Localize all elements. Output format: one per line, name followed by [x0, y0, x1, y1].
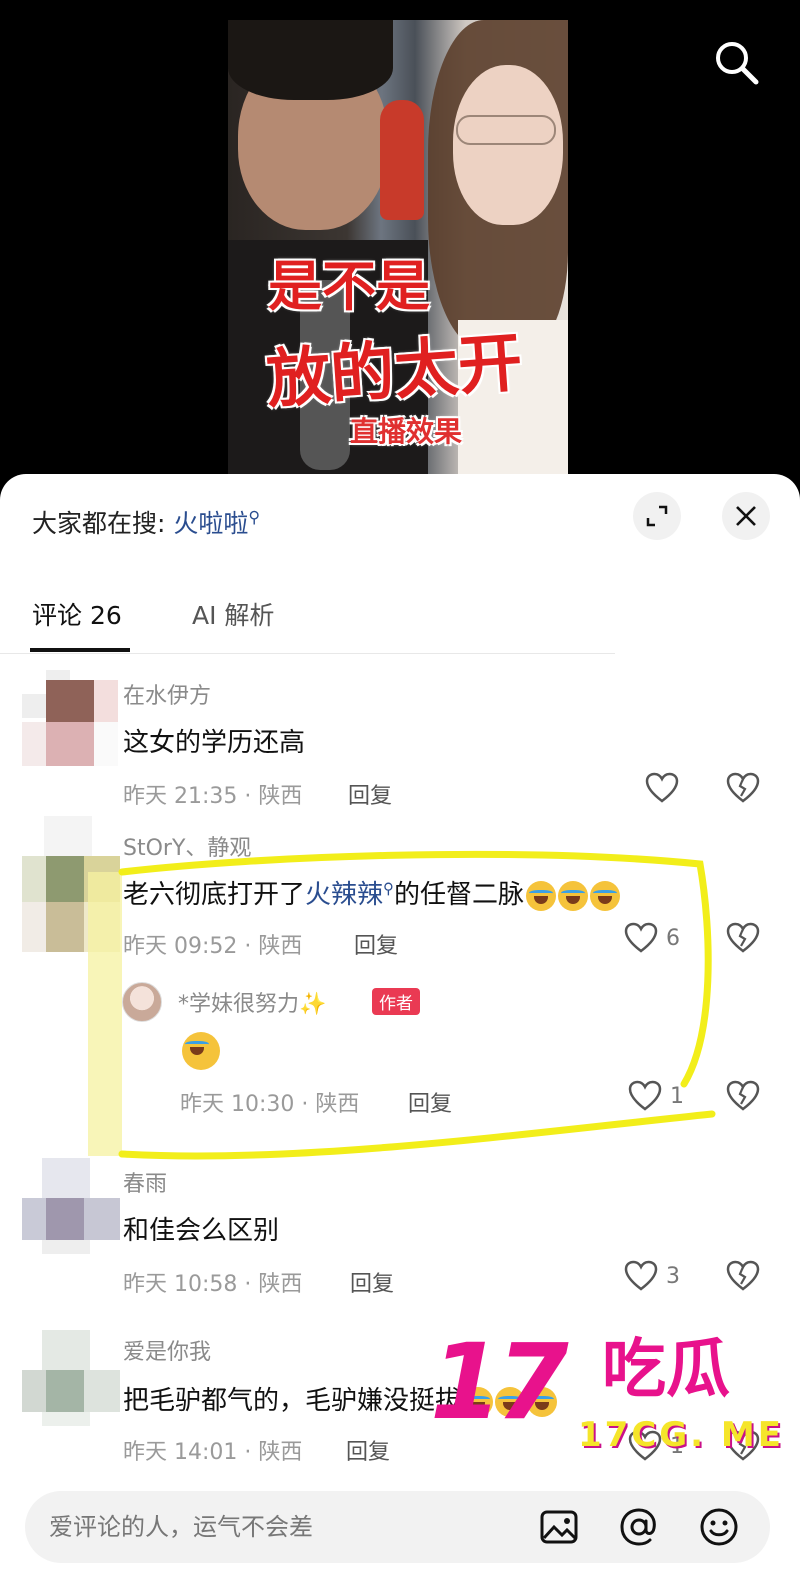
tab-active-indicator	[30, 648, 130, 652]
comment-input[interactable]	[49, 1491, 529, 1563]
avatar[interactable]	[122, 982, 162, 1022]
expand-button[interactable]	[633, 492, 681, 540]
tab-bar: 评论 26 AI 解析	[0, 582, 800, 654]
reply-button[interactable]: 回复	[354, 928, 398, 960]
search-icon: ⚲	[248, 507, 261, 527]
at-icon	[620, 1508, 656, 1546]
video-caption: 放的太开	[264, 326, 525, 418]
avatar-blur	[44, 816, 92, 856]
close-button[interactable]	[722, 492, 770, 540]
avatar[interactable]	[22, 856, 120, 952]
broken-heart-icon	[726, 772, 760, 803]
expand-icon	[646, 505, 668, 527]
comment-meta: 昨天 14:01 · 陕西	[123, 1440, 303, 1465]
watermark-url: 17CG. ME	[578, 1415, 784, 1455]
video-caption: 直播效果	[350, 415, 463, 448]
trending-search-prefix: 大家都在搜:	[32, 509, 174, 538]
image-button[interactable]	[537, 1505, 581, 1549]
close-icon	[736, 506, 756, 526]
comment-username[interactable]: 在水伊方	[123, 678, 211, 710]
reply-button[interactable]: 回复	[408, 1086, 452, 1118]
search-button[interactable]	[710, 36, 764, 90]
like-count: 6	[666, 925, 680, 951]
reply-meta: 昨天 10:30 · 陕西	[180, 1092, 360, 1117]
avatar[interactable]	[22, 670, 118, 766]
reply-button[interactable]: 回复	[350, 1266, 394, 1298]
reply-username[interactable]: *学妹很努力✨	[178, 986, 326, 1018]
avatar[interactable]	[22, 1158, 120, 1254]
trending-search[interactable]: 大家都在搜: 火啦啦⚲	[32, 504, 260, 540]
comment-meta: 昨天 10:58 · 陕西	[123, 1272, 303, 1297]
comment-meta: 昨天 21:35 · 陕西	[123, 784, 303, 809]
trending-search-keyword[interactable]: 火啦啦	[173, 509, 248, 538]
author-badge: 作者	[372, 988, 420, 1015]
video-toy	[380, 100, 424, 220]
watermark-name: 吃瓜	[602, 1333, 730, 1407]
like-count: 3	[666, 1263, 680, 1289]
video-face	[453, 65, 563, 225]
mention-button[interactable]	[617, 1505, 661, 1549]
laugh-cry-emoji-icon	[182, 1032, 220, 1070]
reply-button[interactable]: 回复	[346, 1434, 390, 1466]
emoji-button[interactable]	[697, 1505, 741, 1549]
comment-meta: 昨天 09:52 · 陕西	[123, 934, 303, 959]
comment-item: 在水伊方 这女的学历还高 昨天 21:35 · 陕西 回复	[0, 670, 800, 820]
like-count: 1	[670, 1083, 684, 1109]
like-button[interactable]: 1	[628, 1080, 684, 1112]
like-button[interactable]	[645, 772, 679, 804]
tab-comments[interactable]: 评论 26	[32, 596, 122, 632]
like-button[interactable]: 6	[624, 922, 680, 954]
laugh-cry-emoji-icon	[590, 880, 621, 911]
broken-heart-icon	[726, 1260, 760, 1291]
broken-heart-icon	[726, 1080, 760, 1111]
search-icon: ⚲	[383, 879, 395, 898]
video-frame[interactable]: 是不是 放的太开 直播效果	[228, 20, 568, 475]
heart-icon	[645, 772, 679, 803]
site-watermark-logo: 17 吃瓜 17CG. ME	[430, 1330, 790, 1460]
comment-text-part: 把毛驴都气的，毛驴嫌没挺拔	[123, 1386, 462, 1416]
video-hair	[228, 20, 393, 100]
reply-text	[180, 1032, 220, 1070]
comment-username[interactable]: StOrY、静观	[123, 830, 251, 862]
dislike-button[interactable]	[726, 922, 760, 958]
comment-text: 这女的学历还高	[123, 728, 306, 758]
comment-item: StOrY、静观 老六彻底打开了火辣辣⚲的任督二脉 昨天 09:52 · 陕西 …	[0, 816, 800, 1156]
emoji-icon	[700, 1508, 738, 1546]
search-icon	[716, 42, 759, 85]
heart-icon	[624, 1260, 658, 1291]
comment-username[interactable]: 爱是你我	[123, 1334, 211, 1366]
comment-text: 老六彻底打开了火辣辣⚲的任督二脉	[123, 874, 621, 911]
heart-icon	[628, 1080, 662, 1111]
comment-text-part: 老六彻底打开了	[123, 880, 306, 910]
like-button[interactable]: 3	[624, 1260, 680, 1292]
comment-item: 春雨 和佳会么区别 昨天 10:58 · 陕西 回复 3	[0, 1158, 800, 1318]
video-caption: 是不是	[268, 255, 430, 318]
dislike-button[interactable]	[726, 772, 760, 808]
avatar[interactable]	[22, 1330, 120, 1426]
dislike-button[interactable]	[726, 1260, 760, 1296]
comment-keyword-link[interactable]: 火辣辣	[305, 880, 383, 910]
video-glasses	[456, 115, 556, 145]
heart-icon	[624, 922, 658, 953]
comment-username[interactable]: 春雨	[123, 1166, 167, 1198]
app-root: 是不是 放的太开 直播效果 大家都在搜: 火啦啦⚲ 评论 26 AI 解析 在水…	[0, 0, 800, 1580]
image-icon	[540, 1510, 578, 1544]
reply-button[interactable]: 回复	[348, 778, 392, 810]
broken-heart-icon	[726, 922, 760, 953]
laugh-cry-emoji-icon	[558, 880, 589, 911]
comment-text-part: 的任督二脉	[394, 880, 525, 910]
laugh-cry-emoji-icon	[526, 880, 557, 911]
comment-input-bar	[25, 1491, 770, 1563]
watermark-number: 17	[430, 1321, 569, 1443]
divider	[0, 653, 615, 654]
tab-ai-analysis[interactable]: AI 解析	[192, 596, 274, 632]
dislike-button[interactable]	[726, 1080, 760, 1116]
comment-text: 和佳会么区别	[123, 1216, 280, 1246]
